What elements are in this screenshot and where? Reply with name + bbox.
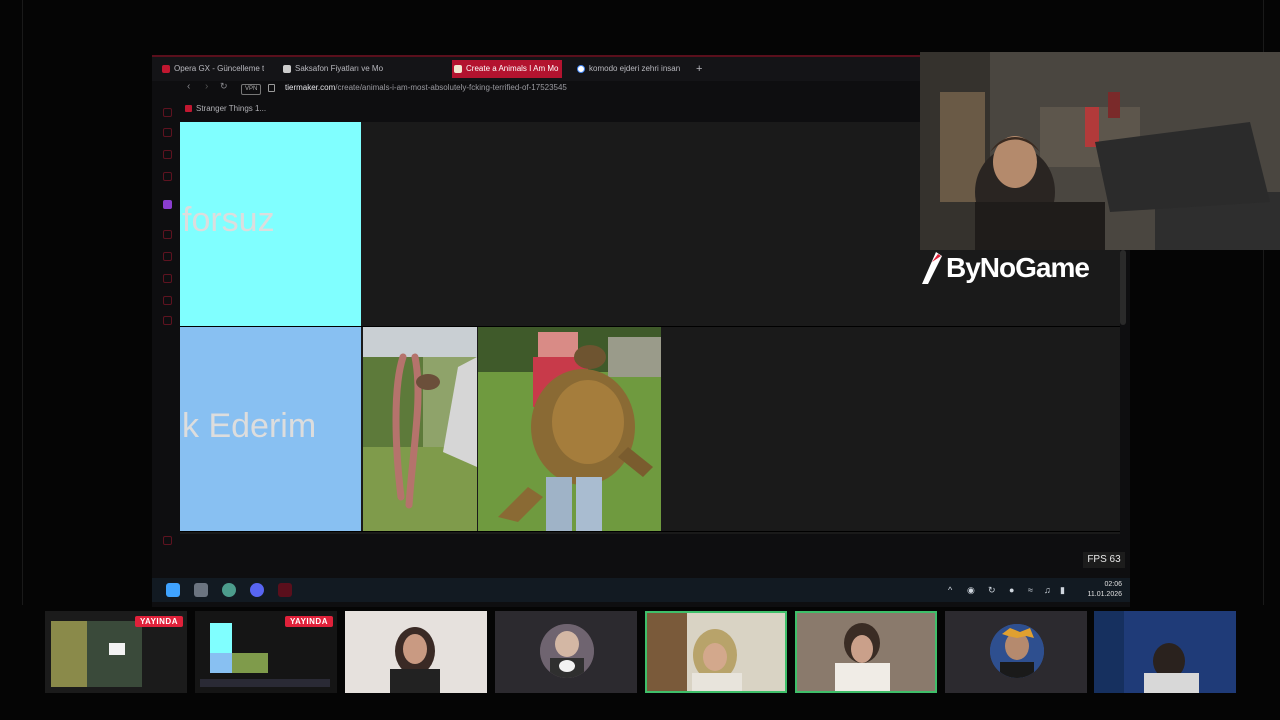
turtle-photo	[478, 327, 661, 531]
settings-gear-icon[interactable]	[222, 583, 236, 597]
clock-date[interactable]: 11.01.2026	[1087, 591, 1122, 598]
tier-divider	[180, 531, 1120, 532]
windows-start-icon[interactable]	[166, 583, 180, 597]
reload-icon[interactable]: ↻	[220, 81, 228, 92]
webcam-feed	[920, 52, 1280, 250]
sidebar-settings-icon[interactable]	[163, 296, 172, 305]
bookmark-label: Stranger Things 1...	[196, 104, 267, 113]
tab-label: Create a Animals I Am Mo	[466, 64, 559, 73]
url-field[interactable]: tiermaker.com/create/animals-i-am-most-a…	[285, 83, 567, 92]
url-path: /create/animals-i-am-most-absolutely-fck…	[335, 83, 567, 92]
streamer-webcam	[920, 52, 1280, 250]
opera-gx-taskbar-icon[interactable]	[278, 583, 292, 597]
camera-feed	[1094, 611, 1236, 693]
tier-item-snapping-turtle-image[interactable]	[478, 327, 661, 531]
live-badge: YAYINDA	[134, 616, 183, 627]
bookmark-stranger-things[interactable]: Stranger Things 1...	[185, 104, 266, 113]
file-explorer-icon[interactable]	[194, 583, 208, 597]
participant-tile-avatar-1[interactable]	[495, 611, 637, 693]
participant-tile-camera-2[interactable]	[645, 611, 787, 693]
camera-feed	[647, 613, 785, 691]
back-icon[interactable]: ‹	[187, 81, 190, 92]
bynogame-logo-icon	[922, 252, 942, 284]
microphone-icon[interactable]: ●	[1009, 585, 1014, 595]
google-icon	[577, 65, 585, 73]
avatar-image	[540, 624, 594, 678]
volume-icon[interactable]: ♫	[1044, 585, 1051, 595]
tab-opera-update[interactable]: Opera GX - Güncelleme te	[160, 60, 264, 78]
avatar	[990, 624, 1044, 678]
tab-tiermaker[interactable]: Create a Animals I Am Mo	[452, 60, 562, 78]
camera-feed	[345, 611, 487, 693]
sidebar-extensions-icon[interactable]	[163, 316, 172, 325]
new-tab-button[interactable]: +	[692, 60, 712, 78]
bynogame-logo: ByNoGame	[918, 250, 1090, 290]
participant-tile-camera-4[interactable]	[1094, 611, 1236, 693]
bookmark-icon	[185, 105, 192, 112]
sidebar-clock-icon[interactable]	[163, 274, 172, 283]
tab-label: komodo ejderi zehri insan	[589, 64, 681, 73]
lock-icon[interactable]	[268, 84, 275, 92]
camera-feed	[797, 613, 935, 691]
participant-tile-camera-1[interactable]	[345, 611, 487, 693]
tray-expand-icon[interactable]: ^	[948, 585, 952, 595]
tab-label: Saksafon Fiyatları ve Mo	[295, 64, 384, 73]
opera-icon	[162, 65, 170, 73]
address-row: ‹ › ↻ VPN tiermaker.com/create/animals-i…	[180, 81, 920, 98]
participant-tile-screenshare-1[interactable]: YAYINDA	[45, 611, 187, 693]
page-icon	[283, 65, 291, 73]
avatar-image	[990, 624, 1044, 678]
discord-icon[interactable]	[250, 583, 264, 597]
url-host: tiermaker.com	[285, 83, 336, 92]
tab-komodo[interactable]: komodo ejderi zehri insan	[575, 60, 690, 78]
windows-taskbar: ^ ◉ ↻ ● ≈ ♫ ▮ 02:06 11.01.2026	[152, 578, 1130, 602]
opera-sidebar	[158, 100, 178, 570]
clock-time[interactable]: 02:06	[1104, 581, 1122, 588]
sidebar-chat-icon[interactable]	[163, 172, 172, 181]
tier-row-2-text: k Ederim	[182, 407, 317, 445]
sidebar-history-icon[interactable]	[163, 230, 172, 239]
fps-counter: FPS 63	[1083, 552, 1125, 568]
avatar	[540, 624, 594, 678]
tiermaker-icon	[454, 65, 462, 73]
sidebar-player-icon[interactable]	[163, 150, 172, 159]
tier-item-worm-image[interactable]	[363, 327, 477, 531]
participant-tile-screenshare-2[interactable]: YAYINDA	[195, 611, 337, 693]
forward-icon[interactable]: ›	[205, 81, 208, 92]
sidebar-home-icon[interactable]	[163, 108, 172, 117]
wifi-icon[interactable]: ≈	[1028, 585, 1033, 595]
tab-saksafon[interactable]: Saksafon Fiyatları ve Mo	[281, 60, 399, 78]
vpn-badge[interactable]: VPN	[241, 84, 262, 95]
sidebar-twitch-icon[interactable]	[163, 200, 172, 209]
bynogame-logo-text: ByNoGame	[946, 252, 1090, 283]
tray-app-icon[interactable]: ◉	[967, 585, 975, 596]
live-badge: YAYINDA	[284, 616, 333, 627]
sidebar-bookmarks-icon[interactable]	[163, 252, 172, 261]
participant-tile-camera-3[interactable]	[795, 611, 937, 693]
sidebar-messenger-icon[interactable]	[163, 128, 172, 137]
tab-bar: Opera GX - Güncelleme te Saksafon Fiyatl…	[152, 57, 922, 81]
tier-row-1-text: forsuz	[182, 201, 275, 239]
sidebar-more-icon[interactable]	[163, 536, 172, 545]
tab-label: Opera GX - Güncelleme te	[174, 64, 264, 73]
tray-sync-icon[interactable]: ↻	[988, 585, 996, 596]
battery-icon[interactable]: ▮	[1060, 585, 1065, 596]
worm-photo	[363, 327, 477, 531]
participant-tile-avatar-2[interactable]	[945, 611, 1087, 693]
page-scrollbar[interactable]	[1120, 250, 1126, 325]
